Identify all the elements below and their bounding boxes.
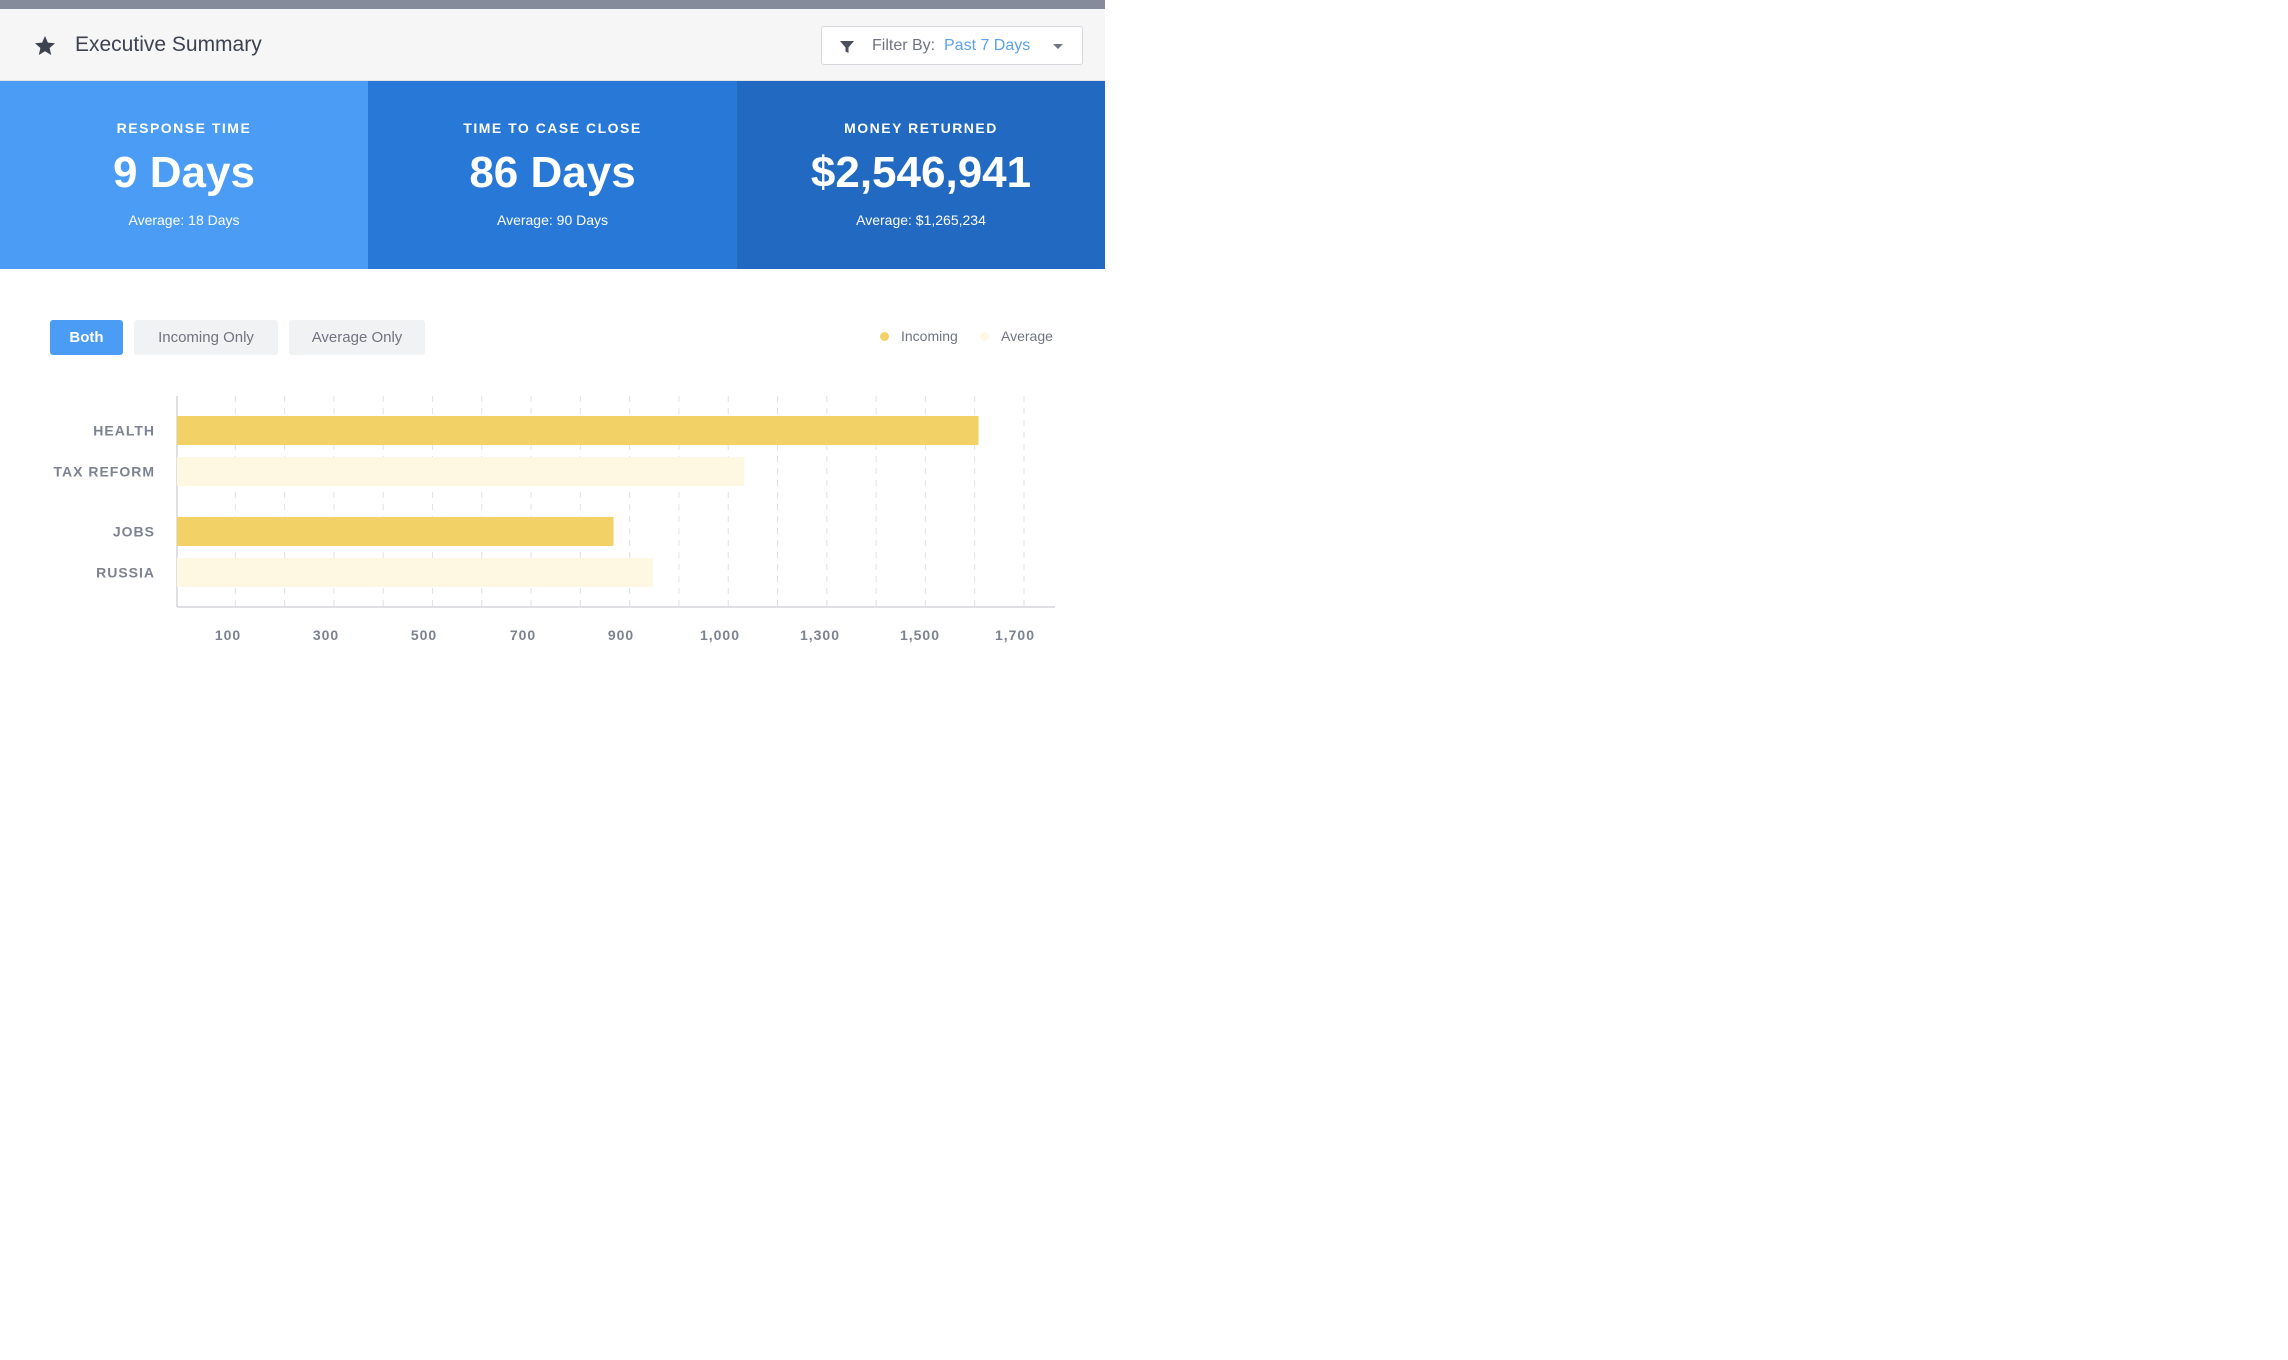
filter-label: Filter By: xyxy=(872,37,936,54)
kpi-average: Average: $1,265,234 xyxy=(856,212,986,228)
x-tick-label: 900 xyxy=(608,627,634,643)
kpi-label: MONEY RETURNED xyxy=(844,120,998,136)
x-tick-label: 1,300 xyxy=(800,627,840,643)
kpi-average: Average: 18 Days xyxy=(128,212,240,228)
x-tick-label: 500 xyxy=(411,627,437,643)
kpi-label: TIME TO CASE CLOSE xyxy=(463,120,642,136)
category-label: HEALTH xyxy=(93,423,155,439)
filter-icon xyxy=(840,41,854,53)
legend-label-incoming: Incoming xyxy=(901,328,958,344)
x-tick-label: 700 xyxy=(510,627,536,643)
kpi-value: 9 Days xyxy=(113,148,255,197)
category-label: TAX REFORM xyxy=(53,464,155,480)
x-tick-label: 1,700 xyxy=(995,627,1035,643)
bar-russia xyxy=(177,558,653,587)
kpi-label: RESPONSE TIME xyxy=(116,120,252,136)
legend-label-average: Average xyxy=(1001,328,1053,344)
x-tick-label: 300 xyxy=(313,627,339,643)
legend-item-incoming: Incoming xyxy=(880,326,980,346)
kpi-response-time: RESPONSE TIME 9 Days Average: 18 Days xyxy=(0,81,368,269)
toggle-average-only-button[interactable]: Average Only xyxy=(289,320,425,355)
x-tick-label: 1,500 xyxy=(900,627,940,643)
x-tick-label: 100 xyxy=(215,627,241,643)
category-label: RUSSIA xyxy=(96,565,155,581)
toggle-both-button[interactable]: Both xyxy=(50,320,123,355)
bar-tax-reform xyxy=(177,457,745,486)
page-title: Executive Summary xyxy=(75,33,262,56)
executive-summary-panel: Executive Summary Filter By: Past 7 Days… xyxy=(0,0,1105,660)
header: Executive Summary Filter By: Past 7 Days xyxy=(0,9,1105,81)
top-bar xyxy=(0,0,1105,9)
legend-dot-incoming xyxy=(880,332,889,341)
bar-jobs xyxy=(177,517,614,546)
kpi-average: Average: 90 Days xyxy=(496,212,609,228)
chevron-down-icon xyxy=(1053,44,1063,49)
bar-chart: HEALTH TAX REFORM JOBS RUSSIA 100 300 500 700 90… xyxy=(53,396,1055,643)
category-label: JOBS xyxy=(113,524,155,540)
legend-dot-average xyxy=(980,332,989,341)
filter-dropdown[interactable]: Filter By: Past 7 Days xyxy=(821,26,1083,65)
kpi-value: $2,546,941 xyxy=(810,148,1032,197)
star-icon[interactable] xyxy=(33,34,57,58)
x-tick-label: 1,000 xyxy=(700,627,740,643)
toggle-incoming-only-button[interactable]: Incoming Only xyxy=(134,320,278,355)
filter-value: Past 7 Days xyxy=(944,37,1031,54)
bar-health xyxy=(177,416,979,445)
kpi-money-returned: MONEY RETURNED $2,546,941 Average: $1,26… xyxy=(737,81,1105,269)
legend-item-average: Average xyxy=(980,326,1080,346)
kpi-time-to-case-close: TIME TO CASE CLOSE 86 Days Average: 90 D… xyxy=(368,81,737,269)
kpi-value: 86 Days xyxy=(469,148,636,197)
